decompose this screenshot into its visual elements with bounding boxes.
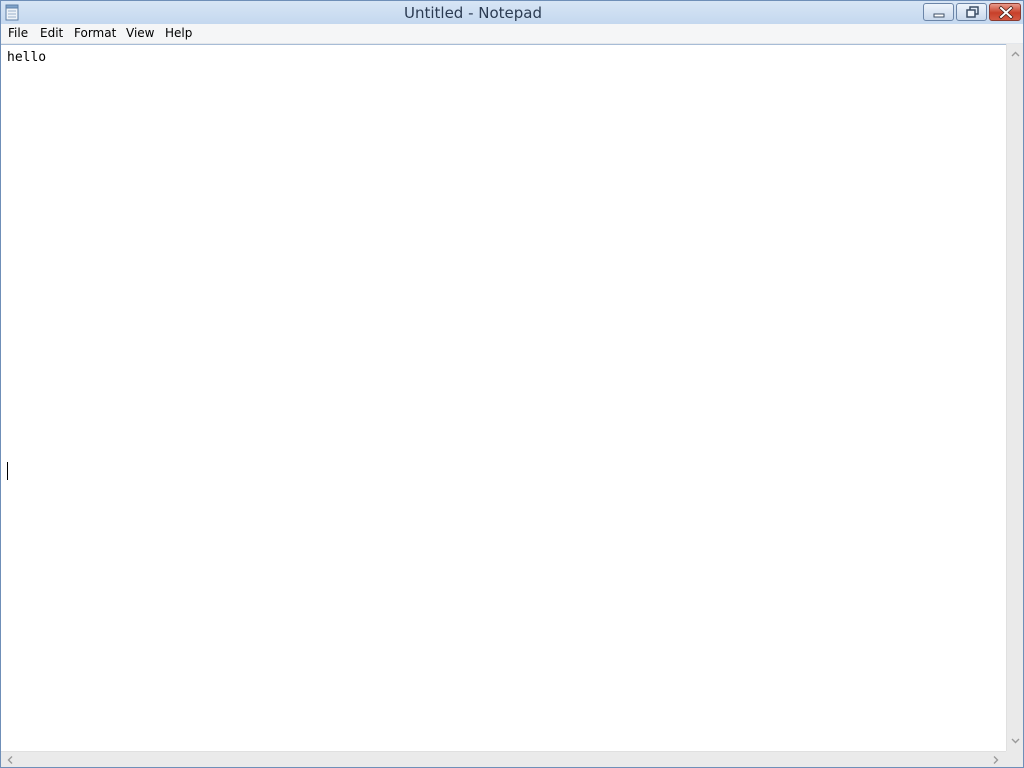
text-caret (7, 462, 8, 480)
editor-content[interactable]: hello (7, 50, 46, 65)
minimize-button[interactable] (923, 3, 954, 21)
menu-view[interactable]: View (126, 26, 154, 40)
scroll-down-arrow-icon[interactable] (1010, 737, 1021, 745)
minimize-icon (933, 13, 945, 18)
horizontal-scrollbar[interactable] (1, 751, 1006, 767)
scroll-left-arrow-icon[interactable] (6, 755, 14, 765)
restore-button[interactable] (956, 3, 987, 21)
text-editor[interactable]: hello (1, 44, 1006, 752)
scroll-right-arrow-icon[interactable] (992, 755, 1000, 765)
close-button[interactable] (989, 3, 1021, 21)
menu-file[interactable]: File (8, 26, 28, 40)
restore-icon (966, 6, 979, 18)
size-grip[interactable] (1006, 751, 1023, 767)
close-icon (998, 5, 1014, 20)
notepad-window: Untitled - Notepad File Edit Format View… (0, 0, 1024, 768)
menu-format[interactable]: Format (74, 26, 116, 40)
vertical-scrollbar[interactable] (1006, 44, 1023, 751)
title-bar[interactable]: Untitled - Notepad (1, 1, 1023, 24)
menu-bar: File Edit Format View Help (1, 24, 1023, 44)
menu-help[interactable]: Help (165, 26, 192, 40)
window-title: Untitled - Notepad (403, 4, 543, 22)
scroll-up-arrow-icon[interactable] (1010, 50, 1021, 58)
menu-edit[interactable]: Edit (40, 26, 63, 40)
